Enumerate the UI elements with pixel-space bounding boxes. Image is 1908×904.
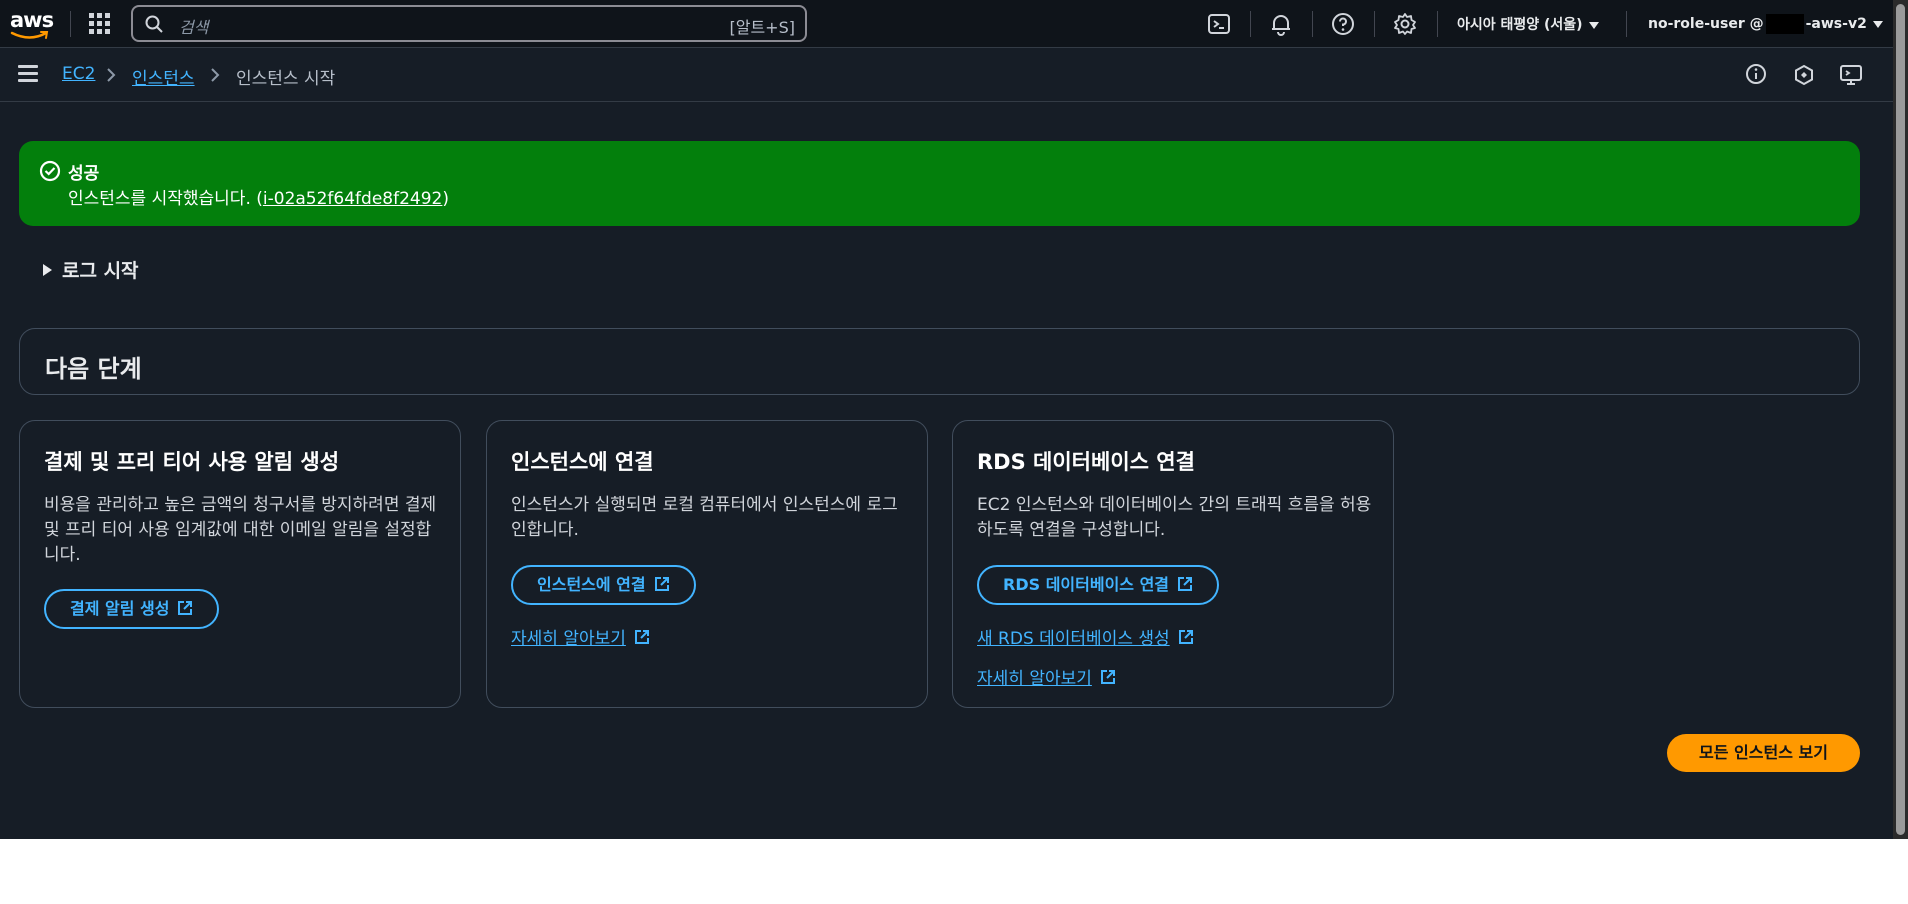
rds-connect-card: RDS 데이터베이스 연결 EC2 인스턴스와 데이터베이스 간의 트래픽 흐름…: [952, 420, 1394, 708]
connect-rds-button[interactable]: RDS 데이터베이스 연결: [977, 565, 1220, 605]
launch-log-expander[interactable]: 로그 시작: [43, 256, 139, 283]
connect-instance-button[interactable]: 인스턴스에 연결: [511, 565, 696, 605]
flash-message-text: 인스턴스를 시작했습니다. (: [68, 189, 263, 209]
divider: [1374, 11, 1375, 37]
next-steps-title: 다음 단계: [45, 355, 142, 383]
search-placeholder: 검색: [179, 18, 209, 37]
breadcrumb-ec2[interactable]: EC2: [62, 64, 95, 84]
gear-icon[interactable]: [1393, 12, 1417, 36]
search-input[interactable]: 검색 [알트+S]: [131, 5, 807, 42]
divider: [1250, 11, 1251, 37]
divider: [1437, 11, 1438, 37]
hexagon-icon[interactable]: [1793, 64, 1815, 86]
breadcrumb-instances[interactable]: 인스턴스: [132, 64, 195, 89]
external-link-icon: [654, 576, 669, 591]
breadcrumb-current: 인스턴스 시작: [236, 69, 336, 89]
link-label: 자세히 알아보기: [511, 629, 626, 649]
instance-id-link[interactable]: i-02a52f64fde8f2492: [263, 189, 442, 209]
card-description: EC2 인스턴스와 데이터베이스 간의 트래픽 흐름을 허용하도록 연결을 구성…: [977, 495, 1372, 540]
caret-right-icon: [43, 263, 52, 276]
divider: [1312, 11, 1313, 37]
flash-title: 성공: [68, 164, 100, 184]
chevron-down-icon: [1588, 21, 1599, 29]
card-description: 비용을 관리하고 높은 금액의 청구서를 방지하려면 결제 및 프리 티어 사용…: [44, 495, 437, 565]
scrollbar-thumb[interactable]: [1896, 4, 1905, 835]
link-label: 자세히 알아보기: [977, 669, 1092, 689]
learn-more-link[interactable]: 자세히 알아보기: [511, 624, 650, 649]
screen-icon[interactable]: [1839, 63, 1863, 87]
flash-message: 인스턴스를 시작했습니다. (i-02a52f64fde8f2492): [68, 184, 449, 209]
next-steps-panel: 다음 단계: [19, 328, 1860, 395]
billing-alert-card: 결제 및 프리 티어 사용 알림 생성 비용을 관리하고 높은 금액의 청구서를…: [19, 420, 461, 708]
create-billing-alert-button[interactable]: 결제 알림 생성: [44, 589, 220, 629]
success-flashbar: 성공 인스턴스를 시작했습니다. (i-02a52f64fde8f2492): [19, 141, 1860, 226]
chevron-right-icon: [211, 68, 220, 82]
services-grid-icon[interactable]: [89, 13, 111, 35]
button-label: 인스턴스에 연결: [537, 575, 646, 594]
search-shortcut: [알트+S]: [729, 18, 796, 37]
external-link-icon: [1178, 630, 1193, 644]
menu-icon[interactable]: [18, 65, 38, 83]
external-link-icon: [1100, 670, 1115, 684]
info-icon[interactable]: [1745, 63, 1767, 85]
bell-icon[interactable]: [1269, 12, 1293, 36]
account-menu[interactable]: no-role-user @ -aws-v2: [1648, 14, 1883, 34]
external-link-icon: [1178, 576, 1193, 591]
top-navigation: aws 검색 [알트+S] 아시아 태평양 (서울) no-role-user …: [0, 0, 1893, 48]
chevron-right-icon: [107, 68, 116, 82]
button-label: RDS 데이터베이스 연결: [1003, 575, 1170, 594]
user-name: no-role-user @: [1648, 16, 1764, 32]
aws-logo-text: aws: [10, 8, 54, 32]
connect-instance-card: 인스턴스에 연결 인스턴스가 실행되면 로컬 컴퓨터에서 인스턴스에 로그인합니…: [486, 420, 928, 708]
flash-message-close: ): [442, 189, 449, 209]
create-rds-link[interactable]: 새 RDS 데이터베이스 생성: [977, 624, 1194, 649]
redacted-account: [1765, 14, 1804, 34]
help-icon[interactable]: [1331, 12, 1355, 36]
external-link-icon: [178, 600, 193, 615]
console-app: aws 검색 [알트+S] 아시아 태평양 (서울) no-role-user …: [0, 0, 1893, 839]
card-title: RDS 데이터베이스 연결: [977, 450, 1195, 474]
region-selector[interactable]: 아시아 태평양 (서울): [1457, 14, 1599, 34]
aws-smile-icon: [10, 31, 49, 39]
account-suffix: -aws-v2: [1805, 16, 1867, 32]
scrollbar[interactable]: [1893, 0, 1908, 839]
card-description: 인스턴스가 실행되면 로컬 컴퓨터에서 인스턴스에 로그인합니다.: [511, 495, 898, 540]
view-all-instances-button[interactable]: 모든 인스턴스 보기: [1667, 734, 1860, 772]
divider: [1626, 11, 1627, 37]
breadcrumb-bar: EC2 인스턴스 인스턴스 시작: [0, 49, 1893, 102]
learn-more-link[interactable]: 자세히 알아보기: [977, 664, 1116, 689]
chevron-down-icon: [1872, 20, 1883, 28]
card-title: 결제 및 프리 티어 사용 알림 생성: [44, 450, 340, 474]
region-label: 아시아 태평양 (서울): [1457, 17, 1583, 33]
search-icon: [145, 15, 163, 33]
aws-logo[interactable]: aws: [10, 6, 54, 42]
status-success-icon: [39, 160, 61, 182]
external-link-icon: [634, 630, 649, 644]
expander-label: 로그 시작: [62, 260, 139, 282]
button-label: 결제 알림 생성: [70, 599, 170, 618]
card-title: 인스턴스에 연결: [511, 450, 654, 474]
cloudshell-icon[interactable]: [1207, 12, 1231, 36]
divider: [70, 11, 71, 37]
link-label: 새 RDS 데이터베이스 생성: [977, 629, 1170, 649]
